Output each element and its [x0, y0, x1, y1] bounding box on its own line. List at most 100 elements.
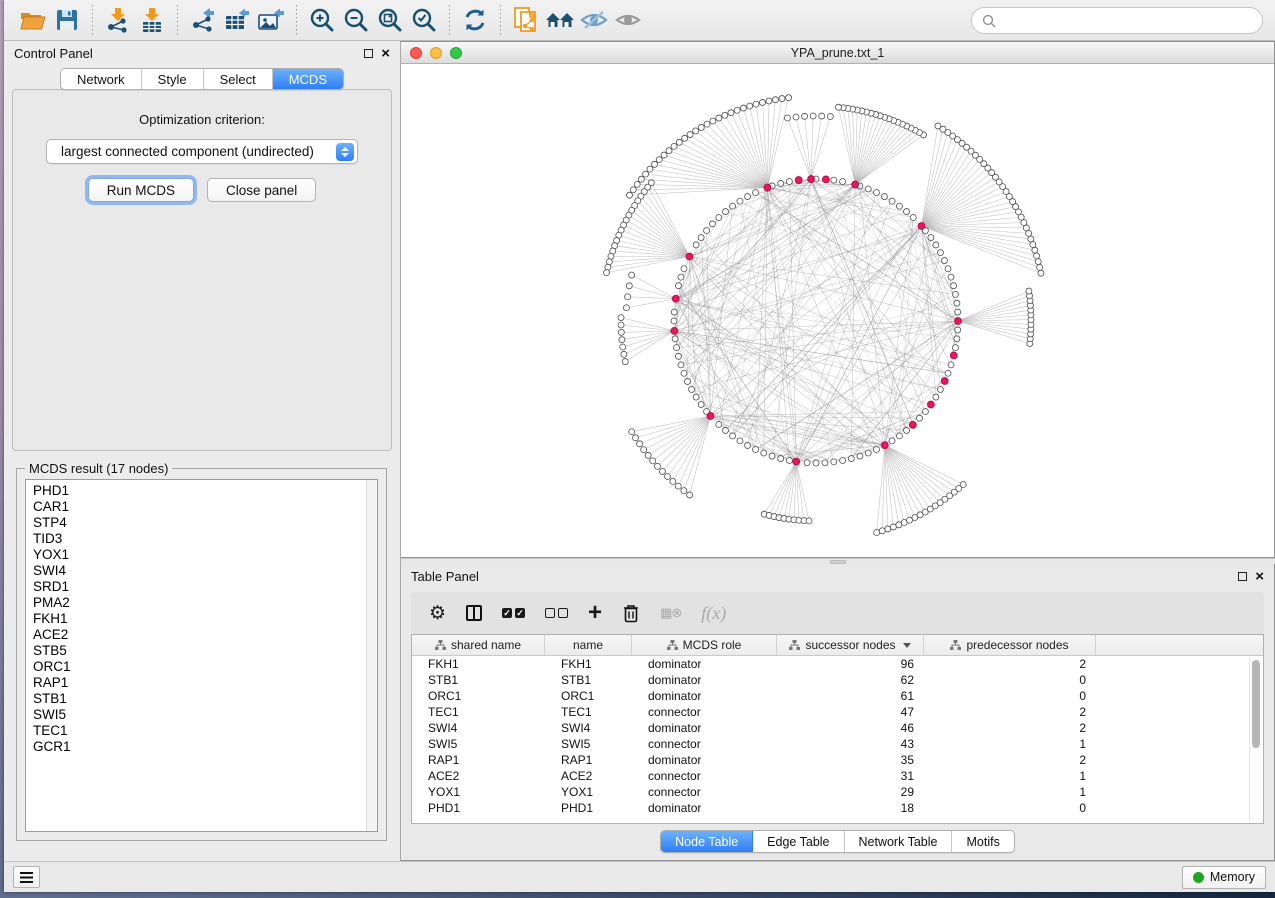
- save-icon[interactable]: [50, 5, 84, 35]
- network-node[interactable]: [661, 152, 667, 158]
- zoom-selected-icon[interactable]: [407, 5, 441, 35]
- result-node-item[interactable]: FKH1: [33, 611, 377, 627]
- network-node[interactable]: [889, 438, 895, 444]
- network-node[interactable]: [804, 460, 810, 466]
- network-window-titlebar[interactable]: YPA_prune.txt_1: [401, 42, 1274, 64]
- network-node[interactable]: [769, 453, 775, 459]
- network-node[interactable]: [693, 394, 699, 400]
- network-node[interactable]: [1030, 242, 1036, 248]
- network-node[interactable]: [802, 113, 808, 119]
- column-header-name[interactable]: name: [545, 635, 632, 655]
- network-hub-node[interactable]: [793, 458, 800, 465]
- tab-mcds[interactable]: MCDS: [273, 69, 343, 89]
- network-node[interactable]: [681, 488, 687, 494]
- table-row[interactable]: ACE2ACE2connector311: [412, 768, 1263, 784]
- network-node[interactable]: [618, 322, 624, 328]
- network-node[interactable]: [747, 103, 753, 109]
- network-node[interactable]: [618, 329, 624, 335]
- network-node[interactable]: [670, 478, 676, 484]
- network-node[interactable]: [652, 161, 658, 167]
- node-table[interactable]: shared namenameMCDS rolesuccessor nodesp…: [411, 634, 1264, 824]
- network-node[interactable]: [960, 481, 966, 487]
- network-node[interactable]: [904, 209, 910, 215]
- optimization-criterion-select[interactable]: largest connected component (undirected): [46, 139, 358, 164]
- table-settings-icon[interactable]: ⚙: [429, 602, 446, 625]
- close-panel-icon[interactable]: ×: [1255, 572, 1264, 582]
- column-header-MCDS-role[interactable]: MCDS role: [632, 635, 777, 655]
- network-node[interactable]: [674, 345, 680, 351]
- network-node[interactable]: [682, 135, 688, 141]
- network-hub-node[interactable]: [909, 421, 916, 428]
- network-node[interactable]: [786, 457, 792, 463]
- search-field[interactable]: [971, 7, 1263, 34]
- network-node[interactable]: [840, 179, 846, 185]
- network-node[interactable]: [928, 235, 934, 241]
- network-node[interactable]: [604, 270, 610, 276]
- network-canvas[interactable]: [401, 64, 1274, 557]
- network-node[interactable]: [1026, 288, 1032, 294]
- result-node-item[interactable]: STB5: [33, 643, 377, 659]
- network-node[interactable]: [806, 518, 812, 524]
- network-node[interactable]: [730, 433, 736, 439]
- network-node[interactable]: [857, 453, 863, 459]
- float-panel-icon[interactable]: [364, 49, 373, 58]
- network-node[interactable]: [786, 95, 792, 101]
- table-scrollbar[interactable]: [1249, 657, 1262, 822]
- network-node[interactable]: [647, 166, 653, 172]
- import-network-icon[interactable]: [101, 5, 135, 35]
- network-node[interactable]: [671, 318, 677, 324]
- result-node-item[interactable]: ORC1: [33, 659, 377, 675]
- network-node[interactable]: [722, 112, 728, 118]
- network-node[interactable]: [766, 98, 772, 104]
- network-node[interactable]: [933, 242, 939, 248]
- network-node[interactable]: [831, 459, 837, 465]
- network-node[interactable]: [629, 429, 635, 435]
- network-node[interactable]: [778, 180, 784, 186]
- network-node[interactable]: [889, 198, 895, 204]
- export-image-icon[interactable]: [254, 5, 288, 35]
- network-node[interactable]: [822, 460, 828, 466]
- network-node[interactable]: [935, 123, 941, 129]
- zoom-fit-icon[interactable]: [373, 5, 407, 35]
- network-node[interactable]: [759, 99, 765, 105]
- network-node[interactable]: [865, 186, 871, 192]
- network-node[interactable]: [665, 474, 671, 480]
- network-node[interactable]: [737, 198, 743, 204]
- network-node[interactable]: [1032, 247, 1038, 253]
- network-node[interactable]: [623, 305, 629, 311]
- network-node[interactable]: [638, 176, 644, 182]
- network-node[interactable]: [941, 258, 947, 264]
- table-row[interactable]: FKH1FKH1dominator962: [412, 656, 1263, 672]
- result-node-item[interactable]: CAR1: [33, 499, 377, 515]
- network-node[interactable]: [848, 456, 854, 462]
- network-node[interactable]: [698, 401, 704, 407]
- network-node[interactable]: [676, 139, 682, 145]
- select-all-columns-icon[interactable]: ✓✓: [502, 608, 525, 618]
- result-node-item[interactable]: SWI5: [33, 707, 377, 723]
- network-node[interactable]: [786, 179, 792, 185]
- network-node[interactable]: [671, 143, 677, 149]
- network-node[interactable]: [622, 359, 628, 365]
- network-node[interactable]: [945, 266, 951, 272]
- network-node[interactable]: [643, 171, 649, 177]
- network-node[interactable]: [779, 96, 785, 102]
- network-node[interactable]: [937, 386, 943, 392]
- open-folder-icon[interactable]: [16, 5, 50, 35]
- network-node[interactable]: [840, 457, 846, 463]
- network-node[interactable]: [955, 327, 961, 333]
- network-hub-node[interactable]: [918, 223, 925, 230]
- network-node[interactable]: [650, 458, 656, 464]
- refresh-icon[interactable]: [458, 5, 492, 35]
- result-node-item[interactable]: RAP1: [33, 675, 377, 691]
- network-node[interactable]: [810, 113, 816, 119]
- result-node-item[interactable]: YOX1: [33, 547, 377, 563]
- network-node[interactable]: [865, 450, 871, 456]
- network-hub-node[interactable]: [852, 181, 859, 188]
- tab-style[interactable]: Style: [142, 69, 204, 89]
- network-node[interactable]: [620, 344, 626, 350]
- network-hub-node[interactable]: [671, 328, 678, 335]
- network-node[interactable]: [879, 528, 885, 534]
- network-node[interactable]: [618, 315, 624, 321]
- network-node[interactable]: [745, 442, 751, 448]
- network-node[interactable]: [740, 105, 746, 111]
